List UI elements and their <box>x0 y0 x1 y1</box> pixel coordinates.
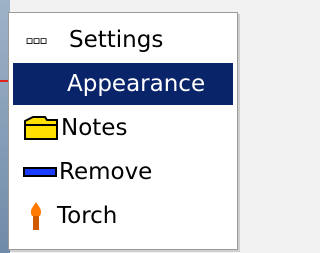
torch-icon <box>30 202 42 230</box>
folder-icon <box>24 116 58 140</box>
menu-item-notes[interactable]: Notes <box>13 107 233 149</box>
menu-item-settings[interactable]: ▫▫▫ Settings <box>13 19 233 61</box>
menu-item-remove[interactable]: Remove <box>13 151 233 193</box>
menu-item-appearance[interactable]: Appearance <box>13 63 233 105</box>
menu-item-label: Torch <box>57 202 118 229</box>
menu-item-label: Notes <box>61 114 128 141</box>
dash-icon <box>23 167 57 177</box>
ellipsis-icon: ▫▫▫ <box>25 31 48 49</box>
context-menu: ▫▫▫ Settings Appearance Notes Remove Tor… <box>8 12 238 250</box>
menu-item-torch[interactable]: Torch <box>13 195 233 237</box>
menu-item-label: Remove <box>59 158 153 185</box>
menu-item-label: Settings <box>69 26 164 53</box>
menu-item-label: Appearance <box>67 70 206 97</box>
